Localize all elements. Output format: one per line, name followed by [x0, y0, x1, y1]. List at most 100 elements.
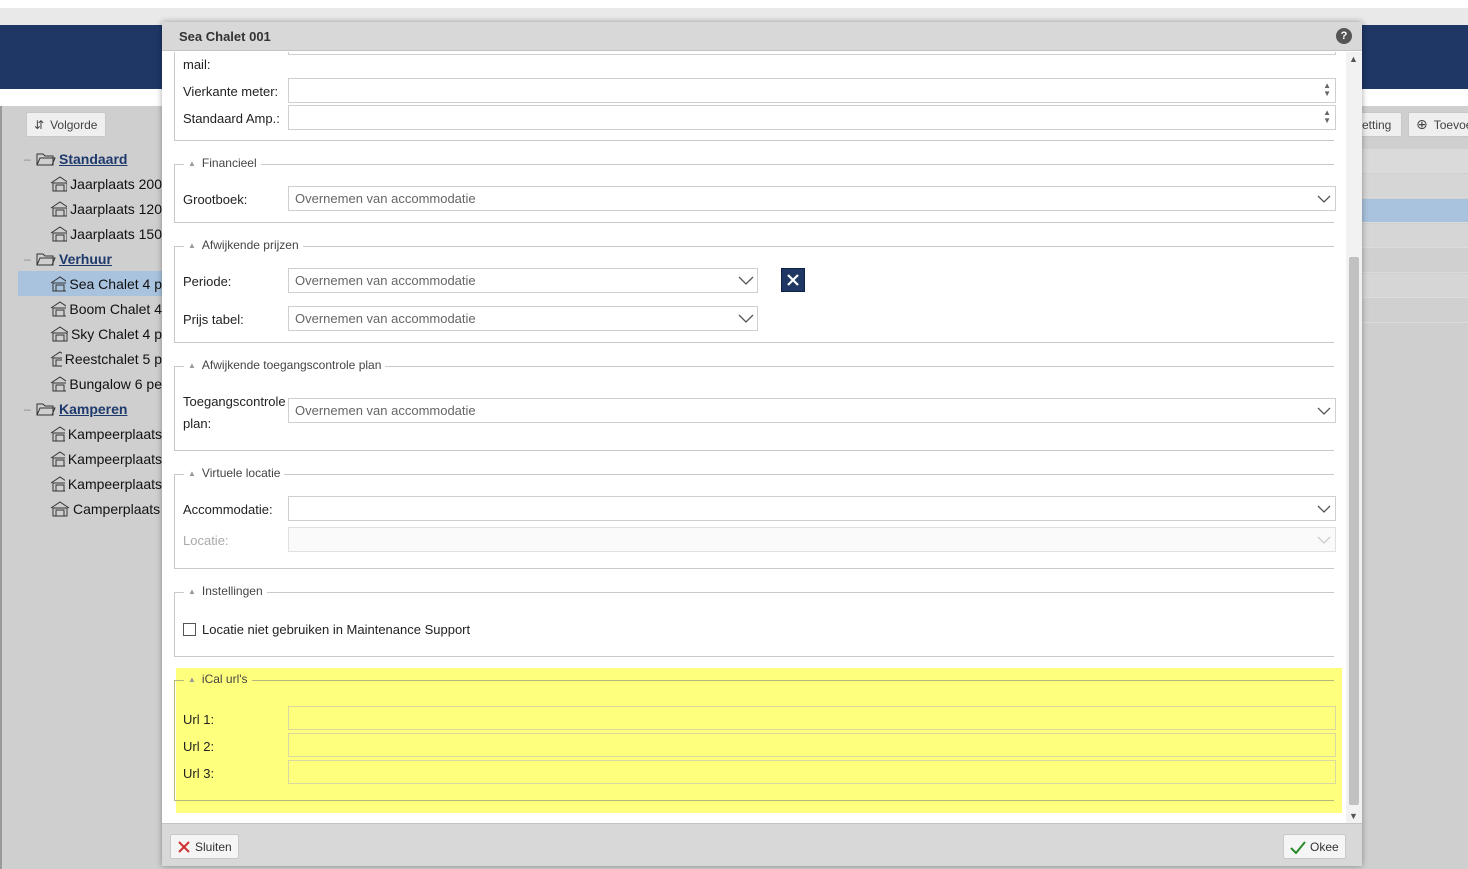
tree-item-label: Kampeerplaats — [67, 475, 162, 492]
table-row[interactable] — [1362, 299, 1468, 323]
url1-input[interactable] — [288, 706, 1336, 730]
table-row-selected[interactable] — [1362, 199, 1468, 223]
add-button-label: Toevoe — [1433, 117, 1468, 132]
fieldset-border — [174, 592, 175, 656]
dialog-scrollbar[interactable]: ▲ ▼ — [1346, 52, 1362, 823]
financial-legend-label: Financieel — [201, 156, 257, 170]
collapse-toggle-icon[interactable]: – — [24, 252, 31, 266]
add-button[interactable]: ⊕ Toevoe — [1408, 112, 1468, 137]
table-row[interactable] — [1362, 224, 1468, 248]
tree-item[interactable]: Reestchalet 5 p — [22, 346, 162, 371]
fieldset-border — [174, 246, 1334, 247]
tree-folder[interactable]: – Kamperen — [22, 396, 162, 421]
collapse-toggle-icon[interactable]: – — [24, 402, 31, 416]
scroll-down-icon[interactable]: ▼ — [1349, 811, 1358, 821]
access-legend-label: Afwijkende toegangscontrole plan — [201, 358, 382, 372]
financial-legend[interactable]: ▲ Financieel — [184, 156, 261, 170]
settings-legend[interactable]: ▲ Instellingen — [184, 584, 267, 598]
folder-open-icon — [36, 253, 56, 265]
url3-label: Url 3: — [183, 766, 215, 781]
virtual-legend[interactable]: ▲ Virtuele locatie — [184, 466, 285, 480]
ical-legend[interactable]: ▲ iCal url's — [184, 672, 252, 686]
sort-icon: ⇵ — [34, 117, 45, 132]
fieldset-border — [174, 140, 1334, 141]
tree-item[interactable]: Kampeerplaats — [22, 421, 162, 446]
ok-button[interactable]: Okee — [1283, 834, 1346, 859]
dialog-content: mail: Vierkante meter: ▲ ▼ Standaard Amp.… — [162, 52, 1346, 823]
tree-item[interactable]: Jaarplaats 120 — [22, 196, 162, 221]
mail-input[interactable] — [288, 52, 1336, 55]
scroll-up-icon[interactable]: ▲ — [1349, 54, 1358, 64]
tree-item-label: Boom Chalet 4 — [69, 300, 162, 317]
fieldset-border — [174, 568, 1334, 569]
square-meter-input[interactable]: ▲ ▼ — [288, 78, 1336, 103]
tree-item[interactable]: Boom Chalet 4 — [22, 296, 162, 321]
collapse-triangle-icon: ▲ — [188, 468, 196, 478]
setting-button[interactable]: etting — [1362, 112, 1402, 137]
folder-open-icon — [36, 153, 56, 165]
tree-item[interactable]: Kampeerplaats — [22, 471, 162, 496]
collapse-toggle-icon[interactable]: – — [24, 152, 31, 166]
chevron-down-icon — [1313, 497, 1335, 520]
close-button-label: Sluiten — [195, 839, 232, 854]
question-icon[interactable]: ? — [1336, 28, 1352, 44]
period-label: Periode: — [183, 274, 232, 289]
accommodation-select[interactable] — [288, 496, 1336, 521]
spinner-icon[interactable]: ▲ ▼ — [1323, 109, 1331, 125]
tree-item[interactable]: Camperplaats — [22, 496, 162, 521]
prices-legend-label: Afwijkende prijzen — [201, 238, 299, 252]
ledger-select[interactable]: Overnemen van accommodatie — [288, 186, 1336, 211]
scrollbar-thumb[interactable] — [1349, 257, 1359, 805]
settings-legend-label: Instellingen — [201, 584, 263, 598]
url2-input[interactable] — [288, 733, 1336, 757]
fieldset-border — [174, 450, 1334, 451]
tree-folder[interactable]: – Standaard — [22, 146, 162, 171]
collapse-triangle-icon: ▲ — [188, 586, 196, 596]
access-plan-label-2: plan: — [183, 416, 212, 431]
tree-item[interactable]: Jaarplaats 200 — [22, 171, 162, 196]
maintenance-checkbox-label[interactable]: Locatie niet gebruiken in Maintenance Su… — [202, 622, 470, 637]
table-row[interactable] — [1362, 249, 1468, 273]
access-legend[interactable]: ▲ Afwijkende toegangscontrole plan — [184, 358, 386, 372]
tree-item[interactable]: Kampeerplaats — [22, 446, 162, 471]
fieldset-border — [174, 342, 1334, 343]
price-table-select[interactable]: Overnemen van accommodatie — [288, 306, 758, 331]
tree-item[interactable]: Jaarplaats 150 — [22, 221, 162, 246]
tree-item-label: Bungalow 6 pe — [69, 375, 162, 392]
close-button[interactable]: Sluiten — [170, 834, 239, 859]
house-icon — [50, 175, 68, 191]
period-select[interactable]: Overnemen van accommodatie — [288, 268, 758, 293]
price-table-label: Prijs tabel: — [183, 312, 244, 327]
tree-item-label: Kampeerplaats — [67, 450, 162, 467]
table-row[interactable] — [1362, 274, 1468, 298]
virtual-legend-label: Virtuele locatie — [201, 466, 281, 480]
clear-period-button[interactable] — [781, 268, 805, 292]
top-strip — [0, 0, 1468, 8]
amp-input[interactable]: ▲ ▼ — [288, 105, 1336, 130]
fieldset-border — [174, 680, 1334, 681]
tree-item[interactable]: Sea Chalet 4 p — [18, 271, 162, 296]
tree-folder[interactable]: – Verhuur — [22, 246, 162, 271]
ledger-label: Grootboek: — [183, 192, 248, 207]
tree-item-label: Kampeerplaats — [67, 425, 162, 442]
maintenance-checkbox[interactable] — [183, 623, 196, 636]
collapse-triangle-icon: ▲ — [188, 158, 196, 168]
order-button[interactable]: ⇵ Volgorde — [26, 112, 106, 137]
location-select — [288, 527, 1336, 552]
house-icon — [50, 425, 65, 441]
tree-item[interactable]: Bungalow 6 pe — [22, 371, 162, 396]
tree-item-label: Camperplaats — [73, 500, 161, 517]
spinner-icon[interactable]: ▲ ▼ — [1323, 82, 1331, 98]
dialog-title: Sea Chalet 001 — [179, 28, 271, 44]
fieldset-border — [174, 164, 175, 222]
url1-label: Url 1: — [183, 712, 215, 727]
ledger-value: Overnemen van accommodatie — [295, 191, 476, 206]
url3-input[interactable] — [288, 760, 1336, 784]
tree-item[interactable]: Sky Chalet 4 p — [22, 321, 162, 346]
table-row[interactable] — [1362, 174, 1468, 198]
prices-legend[interactable]: ▲ Afwijkende prijzen — [184, 238, 303, 252]
access-plan-select[interactable]: Overnemen van accommodatie — [288, 398, 1336, 423]
fieldset-border — [174, 592, 1334, 593]
dialog-titlebar: Sea Chalet 001 ? — [162, 22, 1362, 51]
url2-label: Url 2: — [183, 739, 215, 754]
